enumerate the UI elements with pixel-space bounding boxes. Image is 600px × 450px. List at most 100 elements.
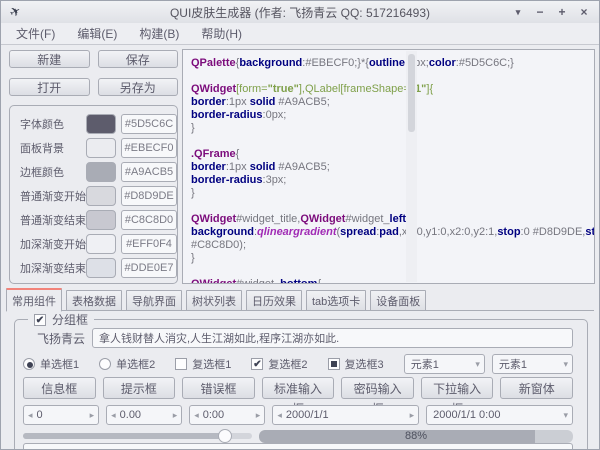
tab-tree-list[interactable]: 树状列表 — [186, 290, 242, 311]
spinbox-value: 2000/1/1 — [286, 409, 406, 421]
author-row: 飞扬青云 — [23, 328, 573, 348]
spin-left-icon[interactable]: ◂ — [111, 410, 116, 421]
code-line: } — [191, 187, 578, 200]
open-button[interactable]: 打开 — [9, 78, 90, 96]
style-editor[interactable]: QPalette{background:#EBECF0;}*{outline:0… — [182, 49, 595, 284]
checkbox-option-1[interactable]: 复选框1 — [175, 356, 244, 372]
tab-tab-control[interactable]: tab选项卡 — [306, 290, 366, 311]
title-bar[interactable]: ✈ QUI皮肤生成器 (作者: 飞扬青云 QQ: 517216493) ▾ − … — [1, 1, 599, 23]
color-value-input[interactable] — [121, 138, 177, 158]
spin-right-icon[interactable]: ▸ — [256, 410, 261, 421]
slider-thumb[interactable] — [218, 429, 232, 443]
code-line: } — [191, 122, 578, 135]
combobox-value: 元素1 — [499, 356, 564, 372]
code-line: QWidget#widget_bottom{ — [191, 278, 578, 284]
checkbox-icon[interactable] — [328, 358, 340, 370]
color-value-input[interactable] — [121, 210, 177, 230]
close-button[interactable]: × — [573, 5, 595, 19]
dropdown-input-button[interactable]: 下拉输入框 — [421, 377, 494, 399]
code-line: border:1px solid #A9ACB5; — [191, 96, 578, 109]
double-spinbox[interactable]: ◂ 0.00 ▸ — [106, 405, 182, 425]
new-window-button[interactable]: 新窗体 — [500, 377, 573, 399]
color-swatch[interactable] — [86, 162, 116, 182]
spin-left-icon[interactable]: ◂ — [277, 410, 282, 421]
color-swatch[interactable] — [86, 186, 116, 206]
window-menu-button[interactable]: ▾ — [507, 7, 529, 18]
spin-right-icon[interactable]: ▸ — [410, 410, 415, 421]
menu-item-file[interactable]: 文件(F) — [5, 23, 66, 45]
tab-device-panel[interactable]: 设备面板 — [370, 290, 426, 311]
checkbox-icon[interactable] — [175, 358, 187, 370]
file-actions: 新建 保存 打开 另存为 — [9, 50, 178, 96]
controls-row: 单选框1 单选框2 复选框1 ✔ 复选框2 复选框3 元素1 ▾ — [23, 356, 573, 372]
code-line: .QFrame{ — [191, 148, 578, 161]
color-label: 加深渐变结束 — [20, 260, 86, 276]
menu-item-help[interactable]: 帮助(H) — [190, 23, 253, 45]
radio-option-1[interactable]: 单选框1 — [23, 356, 92, 372]
menu-item-build[interactable]: 构建(B) — [128, 23, 190, 45]
info-box-button[interactable]: 信息框 — [23, 377, 96, 399]
spin-right-icon[interactable]: ▸ — [90, 410, 95, 421]
spin-right-icon[interactable]: ▸ — [173, 410, 178, 421]
radio-icon[interactable] — [23, 358, 35, 370]
color-swatch[interactable] — [86, 210, 116, 230]
color-value-input[interactable] — [121, 234, 177, 254]
color-value-input[interactable] — [121, 114, 177, 134]
datetime-combobox[interactable]: 2000/1/1 0:00 ▾ — [426, 405, 573, 425]
spin-left-icon[interactable]: ◂ — [194, 410, 199, 421]
editor-scrollbar[interactable] — [406, 51, 417, 282]
menu-item-edit[interactable]: 编辑(E) — [66, 23, 128, 45]
checkbox-option-2[interactable]: ✔ 复选框2 — [251, 356, 320, 372]
dialog-buttons-row: 信息框 提示框 错误框 标准输入框 密码输入框 下拉输入框 新窗体 — [23, 377, 573, 399]
color-row-panel-bg: 面板背景 — [20, 138, 177, 158]
slider[interactable] — [23, 429, 252, 443]
minimize-button[interactable]: − — [529, 5, 551, 19]
code-line: #C8C8D0); — [191, 239, 578, 252]
color-swatch[interactable] — [86, 114, 116, 134]
color-swatch[interactable] — [86, 234, 116, 254]
element-combobox-1[interactable]: 元素1 ▾ — [404, 354, 485, 374]
date-spinbox[interactable]: ◂ 2000/1/1 ▸ — [272, 405, 419, 425]
radio-icon[interactable] — [99, 358, 111, 370]
code-line: border-radius:3px; — [191, 174, 578, 187]
checkbox-label: 复选框1 — [192, 356, 231, 372]
code-line: QWidget[form="true"],QLabel[frameShape="… — [191, 83, 578, 96]
password-input-button[interactable]: 密码输入框 — [341, 377, 414, 399]
color-value-input[interactable] — [121, 186, 177, 206]
maximize-button[interactable]: + — [551, 5, 573, 19]
radio-option-2[interactable]: 单选框2 — [99, 356, 168, 372]
color-value-input[interactable] — [121, 162, 177, 182]
code-line: border-radius:0px; — [191, 109, 578, 122]
tab-nav-ui[interactable]: 导航界面 — [126, 290, 182, 311]
radio-label: 单选框2 — [116, 356, 155, 372]
code-line — [191, 70, 578, 83]
author-input[interactable] — [92, 328, 573, 348]
code-line — [191, 200, 578, 213]
progress-label: 88% — [259, 430, 573, 443]
int-spinbox[interactable]: ◂ 0 ▸ — [23, 405, 99, 425]
time-spinbox[interactable]: ◂ 0:00 ▸ — [189, 405, 265, 425]
tip-box-button[interactable]: 提示框 — [103, 377, 176, 399]
checkbox-icon[interactable]: ✔ — [251, 358, 263, 370]
color-row-deep-gradient-end: 加深渐变结束 — [20, 258, 177, 278]
tab-calendar[interactable]: 日历效果 — [246, 290, 302, 311]
save-as-button[interactable]: 另存为 — [98, 78, 179, 96]
save-button[interactable]: 保存 — [98, 50, 179, 68]
editor-scrollbar-thumb[interactable] — [408, 54, 415, 132]
tab-table-data[interactable]: 表格数据 — [66, 290, 122, 311]
chevron-down-icon: ▾ — [475, 359, 480, 370]
standard-input-button[interactable]: 标准输入框 — [262, 377, 335, 399]
checkbox-option-3[interactable]: 复选框3 — [328, 356, 397, 372]
new-button[interactable]: 新建 — [9, 50, 90, 68]
color-value-input[interactable] — [121, 258, 177, 278]
code-line — [191, 265, 578, 278]
color-swatch[interactable] — [86, 258, 116, 278]
element-combobox-2[interactable]: 元素1 ▾ — [492, 354, 573, 374]
spin-left-icon[interactable]: ◂ — [28, 410, 33, 421]
error-box-button[interactable]: 错误框 — [182, 377, 255, 399]
color-label: 普通渐变开始 — [20, 188, 86, 204]
color-swatch[interactable] — [86, 138, 116, 158]
groupbox-checkbox[interactable]: ✔ — [34, 314, 46, 326]
bottom-textedit[interactable]: 拿人钱财替人消灾,人生江湖如此,程序江湖亦如此. — [23, 443, 573, 450]
tab-common-widgets[interactable]: 常用组件 — [6, 288, 62, 312]
